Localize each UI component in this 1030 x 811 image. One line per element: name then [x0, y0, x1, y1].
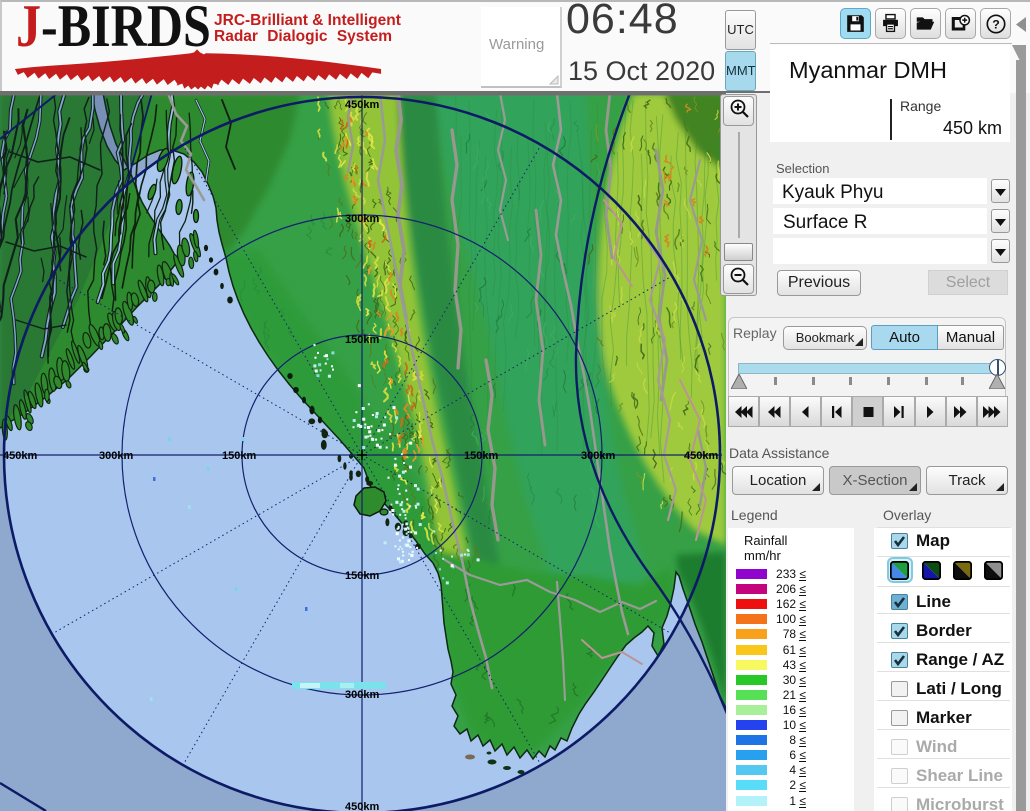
- svg-text:300km: 300km: [581, 450, 615, 462]
- svg-text:150km: 150km: [464, 450, 498, 462]
- svg-text:450km: 450km: [345, 801, 379, 811]
- svg-text:?: ?: [992, 18, 1000, 32]
- svg-text:450km: 450km: [684, 450, 718, 462]
- svg-text:150km: 150km: [345, 570, 379, 582]
- svg-text:300km: 300km: [345, 689, 379, 701]
- svg-text:450km: 450km: [3, 450, 37, 462]
- svg-text:450km: 450km: [345, 99, 379, 111]
- svg-text:150km: 150km: [345, 334, 379, 346]
- svg-text:300km: 300km: [345, 213, 379, 225]
- svg-text:150km: 150km: [222, 450, 256, 462]
- svg-text:300km: 300km: [99, 450, 133, 462]
